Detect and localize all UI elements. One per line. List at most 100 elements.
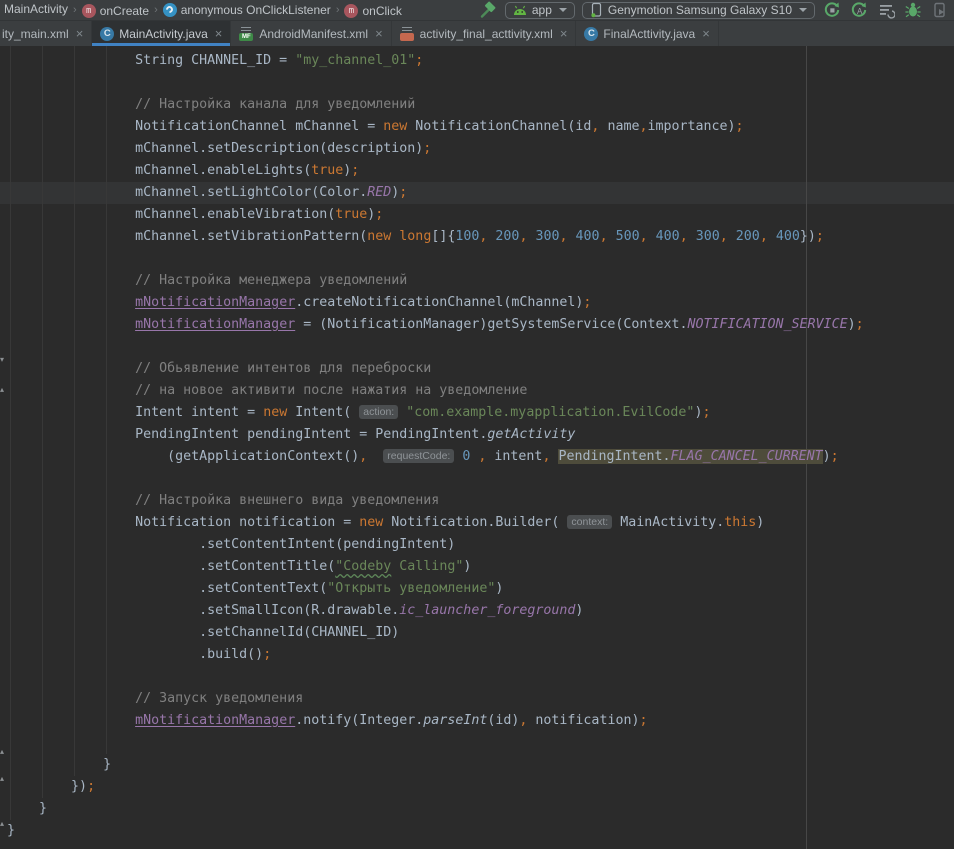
- code-line[interactable]: mChannel.enableVibration(true);: [7, 204, 864, 226]
- code-editor[interactable]: String CHANNEL_ID = "my_channel_01"; // …: [0, 46, 954, 849]
- anonymous-class-icon: [163, 3, 177, 17]
- code-line[interactable]: PendingIntent pendingIntent = PendingInt…: [7, 424, 864, 446]
- code-line[interactable]: mChannel.enableLights(true);: [7, 160, 864, 182]
- code-line[interactable]: }: [7, 798, 864, 820]
- build-hammer-button[interactable]: [478, 1, 498, 20]
- code-line[interactable]: // Настройка канала для уведомлений: [7, 94, 864, 116]
- code-line[interactable]: [7, 336, 864, 358]
- xml-file-icon: [400, 26, 415, 41]
- parameter-hint: context:: [567, 515, 612, 529]
- code-line[interactable]: [7, 248, 864, 270]
- code-line[interactable]: mChannel.setLightColor(Color.RED);: [7, 182, 864, 204]
- tab-label: ity_main.xml: [2, 27, 69, 41]
- chevron-down-icon: [799, 8, 807, 12]
- apply-code-changes-button[interactable]: A: [849, 1, 869, 20]
- code-line[interactable]: String CHANNEL_ID = "my_channel_01";: [7, 50, 864, 72]
- breadcrumb-label: MainActivity: [4, 2, 68, 16]
- breadcrumb-item-anonymous-onclicklistener[interactable]: anonymous OnClickListener: [161, 3, 333, 17]
- phone-icon: [590, 2, 603, 18]
- code-line[interactable]: .setChannelId(CHANNEL_ID): [7, 622, 864, 644]
- hammer-icon: [479, 1, 497, 19]
- code-line[interactable]: });: [7, 776, 864, 798]
- code-line[interactable]: .setContentIntent(pendingIntent): [7, 534, 864, 556]
- code-text: String CHANNEL_ID = "my_channel_01"; // …: [7, 50, 864, 842]
- breadcrumb: MainActivity › m onCreate › anonymous OnClick…: [2, 2, 404, 18]
- tab-ity_main.xml[interactable]: ity_main.xml ×: [0, 21, 92, 46]
- tab-close-icon[interactable]: ×: [375, 27, 383, 40]
- tab-close-icon[interactable]: ×: [560, 27, 568, 40]
- code-line[interactable]: Intent intent = new Intent( action: "com…: [7, 402, 864, 424]
- tab-label: activity_final_acttivity.xml: [420, 27, 553, 41]
- code-line[interactable]: // Настройка внешнего вида уведомления: [7, 490, 864, 512]
- code-line[interactable]: .setSmallIcon(R.drawable.ic_launcher_for…: [7, 600, 864, 622]
- code-line[interactable]: .setContentText("Открыть уведомление"): [7, 578, 864, 600]
- tab-AndroidManifest.xml[interactable]: MFAndroidManifest.xml×: [231, 21, 391, 46]
- editor-tab-bar: ity_main.xml×CMainActivity.java×MFAndroi…: [0, 21, 954, 46]
- java-class-icon: C: [584, 27, 598, 41]
- tab-label: MainActivity.java: [119, 27, 207, 41]
- code-line[interactable]: .build();: [7, 644, 864, 666]
- code-line[interactable]: NotificationChannel mChannel = new Notif…: [7, 116, 864, 138]
- profile-icon: [877, 1, 895, 19]
- module-selector[interactable]: app: [505, 2, 575, 19]
- breadcrumb-label: onClick: [362, 4, 401, 18]
- breadcrumb-separator: ›: [73, 4, 77, 16]
- breadcrumb-separator: ›: [154, 4, 158, 16]
- code-line[interactable]: .setContentTitle("Codeby Calling"): [7, 556, 864, 578]
- code-line[interactable]: (getApplicationContext(), requestCode: 0…: [7, 446, 864, 468]
- chevron-down-icon: [559, 8, 567, 12]
- tab-activity_final_acttivity.xml[interactable]: activity_final_acttivity.xml ×: [392, 21, 577, 46]
- tab-close-icon[interactable]: ×: [215, 27, 223, 40]
- android-studio-window: MainActivity › m onCreate › anonymous OnClick…: [0, 0, 954, 849]
- device-file-explorer-icon: [931, 1, 949, 19]
- fold-marker-icon[interactable]: ▾: [0, 356, 8, 364]
- code-line[interactable]: // Настройка менеджера уведомлений: [7, 270, 864, 292]
- code-line[interactable]: // Обьявление интентов для переброски: [7, 358, 864, 380]
- tab-label: FinalActtivity.java: [603, 27, 695, 41]
- breadcrumb-item-onclick[interactable]: m onClick: [342, 4, 403, 18]
- breadcrumb-item-mainactivity[interactable]: MainActivity: [2, 2, 70, 16]
- code-line[interactable]: [7, 72, 864, 94]
- method-icon: m: [344, 4, 358, 18]
- method-icon: m: [82, 4, 96, 18]
- fold-marker-icon[interactable]: ▴: [0, 820, 8, 828]
- run-widget: app Genymotion Samsung Galaxy S10: [478, 1, 950, 20]
- device-file-explorer-button[interactable]: [930, 1, 950, 20]
- navigation-bar: MainActivity › m onCreate › anonymous OnClick…: [0, 0, 954, 21]
- tab-FinalActtivity.java[interactable]: C FinalActtivity.java ×: [576, 21, 718, 46]
- breadcrumb-separator: ›: [336, 4, 340, 16]
- code-line[interactable]: mChannel.setVibrationPattern(new long[]{…: [7, 226, 864, 248]
- tab-close-icon[interactable]: ×: [76, 27, 84, 40]
- apply-changes-button[interactable]: [822, 1, 842, 20]
- fold-marker-icon[interactable]: ▴: [0, 386, 8, 394]
- code-line[interactable]: // на новое активити после нажатия на ув…: [7, 380, 864, 402]
- breadcrumb-item-oncreate[interactable]: m onCreate: [80, 4, 151, 18]
- profile-button[interactable]: [876, 1, 896, 20]
- code-line[interactable]: }: [7, 820, 864, 842]
- parameter-hint: requestCode:: [383, 449, 454, 463]
- apply-code-changes-icon: A: [850, 1, 868, 19]
- tab-MainActivity.java[interactable]: CMainActivity.java×: [92, 21, 231, 46]
- code-line[interactable]: }: [7, 754, 864, 776]
- code-line[interactable]: [7, 666, 864, 688]
- breadcrumb-label: onCreate: [100, 4, 149, 18]
- tab-close-icon[interactable]: ×: [702, 27, 710, 40]
- code-line[interactable]: mNotificationManager = (NotificationMana…: [7, 314, 864, 336]
- code-line[interactable]: [7, 468, 864, 490]
- fold-marker-icon[interactable]: ▴: [0, 775, 8, 783]
- parameter-hint: action:: [359, 405, 398, 419]
- attach-debugger-button[interactable]: [903, 1, 923, 20]
- module-selector-label: app: [532, 3, 552, 17]
- code-line[interactable]: Notification notification = new Notifica…: [7, 512, 864, 534]
- manifest-file-icon: MF: [239, 26, 254, 41]
- code-line[interactable]: [7, 732, 864, 754]
- code-line[interactable]: mNotificationManager.createNotificationC…: [7, 292, 864, 314]
- attach-debugger-icon: [904, 1, 922, 19]
- device-selector-label: Genymotion Samsung Galaxy S10: [608, 3, 792, 17]
- device-selector[interactable]: Genymotion Samsung Galaxy S10: [582, 2, 815, 19]
- code-line[interactable]: mNotificationManager.notify(Integer.pars…: [7, 710, 864, 732]
- breadcrumb-label: anonymous OnClickListener: [181, 3, 331, 17]
- fold-marker-icon[interactable]: ▴: [0, 748, 8, 756]
- code-line[interactable]: // Запуск уведомления: [7, 688, 864, 710]
- code-line[interactable]: mChannel.setDescription(description);: [7, 138, 864, 160]
